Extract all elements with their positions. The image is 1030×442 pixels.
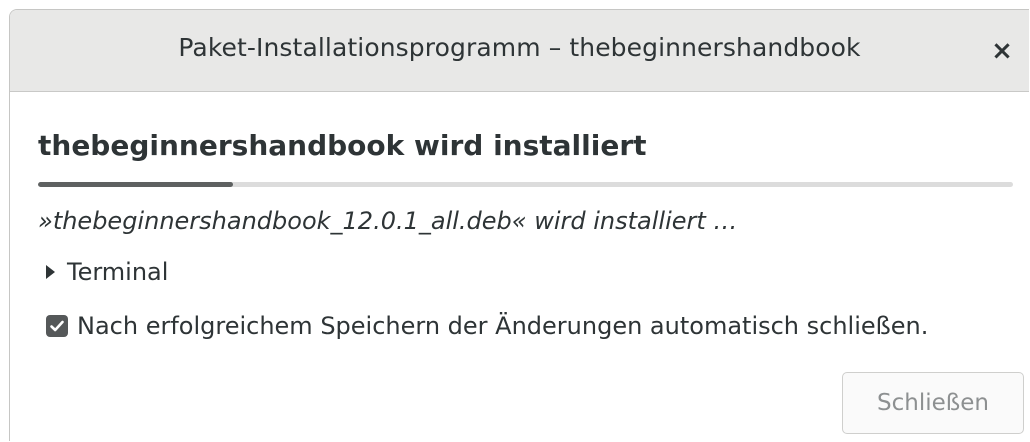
auto-close-checkbox[interactable]	[46, 315, 68, 337]
terminal-expander[interactable]: Terminal	[46, 258, 168, 286]
checkmark-icon	[50, 320, 64, 332]
auto-close-label: Nach erfolgreichem Speichern der Änderun…	[77, 312, 929, 340]
auto-close-checkbox-row[interactable]: Nach erfolgreichem Speichern der Änderun…	[46, 312, 928, 340]
terminal-expander-label: Terminal	[67, 258, 169, 286]
window-title: Paket-Installationsprogramm – thebeginne…	[178, 33, 861, 62]
close-button[interactable]: Schließen	[842, 372, 1024, 434]
progress-bar-fill	[38, 182, 233, 187]
status-text: »thebeginnershandbook_12.0.1_all.deb« wi…	[38, 207, 738, 235]
expander-arrow-icon	[46, 265, 55, 279]
title-bar[interactable]: Paket-Installationsprogramm – thebeginne…	[10, 10, 1029, 92]
progress-bar	[38, 182, 1013, 187]
close-icon[interactable]: ×	[985, 34, 1019, 68]
install-heading: thebeginnershandbook wird installiert	[38, 129, 647, 162]
installer-window: Paket-Installationsprogramm – thebeginne…	[9, 9, 1029, 441]
